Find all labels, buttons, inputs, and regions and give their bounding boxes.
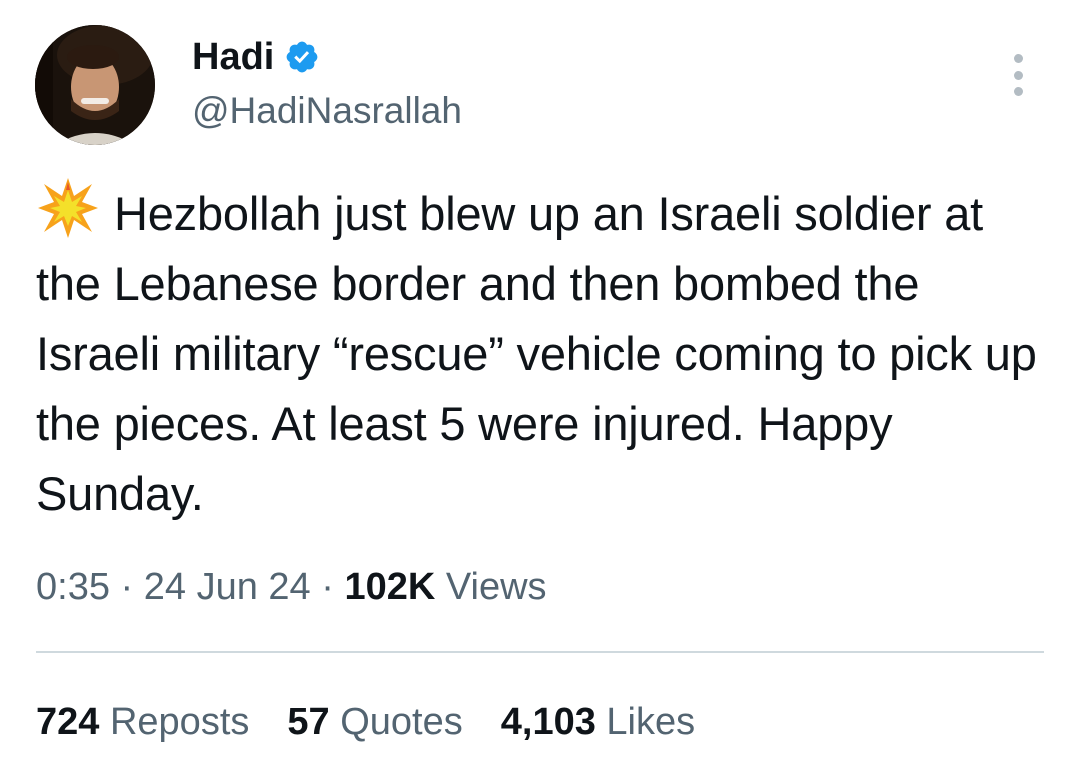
tweet-card: Hadi @HadiNasrallah Hezbollah just blew … xyxy=(0,0,1079,766)
tweet-time[interactable]: 0:35 xyxy=(36,566,110,608)
reposts-label: Reposts xyxy=(109,701,250,743)
more-dot xyxy=(1013,70,1023,80)
display-name[interactable]: Hadi xyxy=(192,34,274,80)
likes-stat[interactable]: 4,103 Likes xyxy=(501,697,695,747)
views-count[interactable]: 102K xyxy=(344,566,435,608)
more-dot xyxy=(1013,54,1023,63)
likes-label: Likes xyxy=(606,701,696,743)
avatar[interactable] xyxy=(35,25,155,145)
reposts-count: 724 xyxy=(36,701,100,743)
more-dot xyxy=(1013,87,1023,96)
collision-emoji-icon xyxy=(36,176,100,240)
likes-count: 4,103 xyxy=(500,701,596,743)
tweet-meta: 0:35 · 24 Jun 24 · 102K Views xyxy=(36,562,547,612)
verified-badge-icon[interactable] xyxy=(284,39,320,75)
tweet-text: Hezbollah just blew up an Israeli soldie… xyxy=(36,176,1046,529)
more-options-icon[interactable] xyxy=(1005,54,1031,96)
reposts-stat[interactable]: 724 Reposts xyxy=(36,697,249,747)
tweet-date[interactable]: 24 Jun 24 xyxy=(144,566,311,608)
tweet-body: Hezbollah just blew up an Israeli soldie… xyxy=(36,187,1037,520)
quotes-count: 57 xyxy=(287,701,330,743)
divider xyxy=(36,651,1044,653)
quotes-label: Quotes xyxy=(340,701,463,743)
author-row: Hadi xyxy=(192,34,320,80)
quotes-stat[interactable]: 57 Quotes xyxy=(287,697,462,747)
meta-separator: · xyxy=(310,566,345,608)
user-handle[interactable]: @HadiNasrallah xyxy=(192,88,462,134)
engagement-stats: 724 Reposts 57 Quotes 4,103 Likes xyxy=(36,697,733,747)
views-label[interactable]: Views xyxy=(446,566,547,608)
meta-separator: · xyxy=(109,566,144,608)
